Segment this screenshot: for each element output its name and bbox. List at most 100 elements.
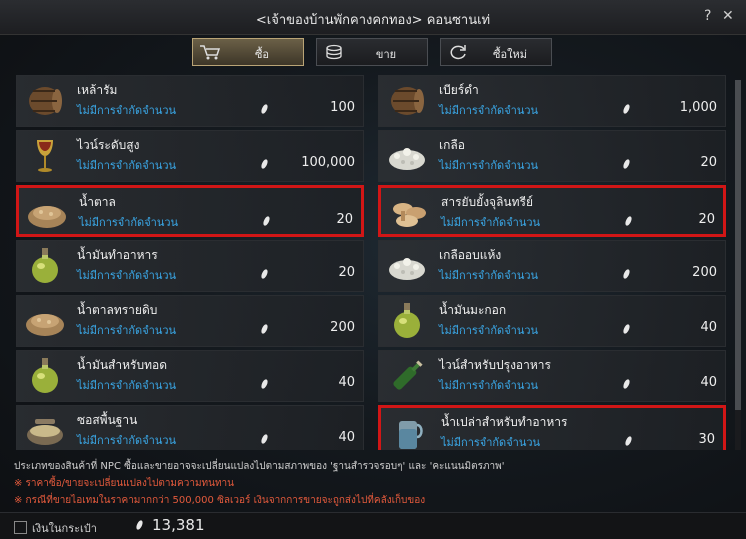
title-bar[interactable]: <เจ้าของบ้านพักคางคกทอง> คอนซานเท่ ? ✕ [0, 0, 746, 35]
item-quantity: ไม่มีการจำกัดจำนวน [441, 436, 541, 449]
barrel-icon [385, 81, 429, 121]
item-price: 20 [700, 155, 717, 170]
item-quantity: ไม่มีการจำกัดจำนวน [439, 379, 539, 392]
item-price: 20 [698, 212, 715, 227]
list-item[interactable]: เบียร์ดำ ไม่มีการจำกัดจำนวน 1,000 [378, 75, 726, 127]
list-item[interactable]: น้ำตาลไม่มีการจำกัดจำนวน 20 [16, 185, 364, 237]
oil-flask-icon [23, 246, 67, 286]
item-quantity: ไม่มีการจำกัดจำนวน [439, 269, 539, 282]
list-scrollbar[interactable] [735, 80, 741, 450]
item-quantity: ไม่มีการจำกัดจำนวน [439, 324, 539, 337]
note-line-3: ※ กรณีที่ขายไอเทมในราคามากกว่า 500,000 ซ… [14, 495, 426, 506]
item-quantity: ไม่มีการจำกัดจำนวน [77, 324, 177, 337]
item-name: น้ำมันมะกอก [439, 303, 507, 317]
list-item[interactable]: น้ำเปล่าสำหรับทำอาหารไม่มีการจำกัดจำนวน 3… [378, 405, 726, 450]
list-item[interactable]: น้ำมันทำอาหารไม่มีการจำกัดจำนวน 20 [16, 240, 364, 292]
item-quantity: ไม่มีการจำกัดจำนวน [441, 216, 541, 229]
silver-icon [262, 215, 271, 227]
item-name: เกลืออบแห้ง [439, 248, 502, 262]
close-icon[interactable]: ✕ [722, 8, 734, 24]
item-price: 200 [330, 320, 355, 335]
scrollbar-thumb[interactable] [735, 80, 741, 410]
item-price: 40 [338, 375, 355, 390]
note-line-1: ประเภทของสินค้าที่ NPC ซื้อและขายอาจจะเป… [14, 461, 505, 472]
silver-icon [260, 433, 269, 445]
tab-sell[interactable]: ขาย [316, 38, 428, 66]
silver-icon [622, 268, 631, 280]
silver-icon [135, 519, 144, 531]
item-price: 100 [330, 100, 355, 115]
silver-icon [624, 435, 633, 447]
item-price: 200 [692, 265, 717, 280]
silver-icon [260, 103, 269, 115]
tab-sell-label: ขาย [375, 48, 397, 61]
list-item[interactable]: น้ำตาลทรายดิบไม่มีการจำกัดจำนวน 200 [16, 295, 364, 347]
wallet-label: เงินในกระเป๋า [32, 522, 97, 535]
sugar-icon [25, 193, 69, 233]
tab-bar: ซื้อ ขาย ซื้อใหม่ [0, 38, 746, 70]
silver-icon [622, 158, 631, 170]
npc-shop-window: <เจ้าของบ้านพักคางคกทอง> คอนซานเท่ ? ✕ ซ… [0, 0, 746, 539]
shop-notes: ประเภทของสินค้าที่ NPC ซื้อและขายอาจจะเป… [14, 458, 734, 509]
item-name: เกลือ [439, 138, 465, 152]
tab-buy-label: ซื้อ [254, 48, 270, 61]
window-title: <เจ้าของบ้านพักคางคกทอง> คอนซานเท่ [255, 13, 491, 28]
item-price: 20 [338, 265, 355, 280]
wallet-checkbox[interactable] [14, 521, 27, 534]
list-item[interactable]: ซอสพื้นฐานไม่มีการจำกัดจำนวน 40 [16, 405, 364, 450]
silver-icon [260, 323, 269, 335]
item-name: น้ำเปล่าสำหรับทำอาหาร [441, 415, 568, 429]
wallet-amount: 13,381 [152, 516, 205, 534]
item-price: 1,000 [679, 100, 717, 115]
item-price: 30 [698, 432, 715, 447]
wallet-bar: เงินในกระเป๋า 13,381 [0, 512, 746, 539]
cart-icon [199, 44, 221, 60]
item-price: 40 [338, 430, 355, 445]
mushroom-icon [387, 193, 431, 233]
item-name: น้ำตาล [79, 195, 116, 209]
silver-icon [622, 323, 631, 335]
tab-buy[interactable]: ซื้อ [192, 38, 304, 66]
silver-icon [260, 158, 269, 170]
list-item[interactable]: เกลืออบแห้งไม่มีการจำกัดจำนวน 200 [378, 240, 726, 292]
item-name: ไวน์สำหรับปรุงอาหาร [439, 358, 551, 372]
help-icon[interactable]: ? [704, 8, 711, 24]
salt-icon [385, 136, 429, 176]
list-item[interactable]: ไวน์สำหรับปรุงอาหาร ไม่มีการจำกัดจำนวน 40 [378, 350, 726, 402]
tab-rebuy[interactable]: ซื้อใหม่ [440, 38, 552, 66]
item-name: น้ำมันสำหรับทอด [77, 358, 167, 372]
coins-icon [323, 44, 345, 60]
silver-icon [624, 215, 633, 227]
silver-icon [622, 103, 631, 115]
sugar-icon [23, 301, 67, 341]
item-name: ซอสพื้นฐาน [77, 413, 138, 427]
salt-icon [385, 246, 429, 286]
wine-bottle-icon [385, 356, 429, 396]
item-quantity: ไม่มีการจำกัดจำนวน [77, 104, 177, 117]
note-line-2: ※ ราคาซื้อ/ขายจะเปลี่ยนแปลงไปตามความทนทา… [14, 478, 235, 489]
list-item[interactable]: สารยับยั้งจุลินทรีย์ ไม่มีการจำกัดจำนวน 20 [378, 185, 726, 237]
oil-flask-icon [385, 301, 429, 341]
tab-rebuy-label: ซื้อใหม่ [493, 48, 527, 61]
list-item[interactable]: น้ำมันสำหรับทอดไม่มีการจำกัดจำนวน 40 [16, 350, 364, 402]
item-name: น้ำตาลทรายดิบ [77, 303, 158, 317]
list-item[interactable]: เหล้ารัม ไม่มีการจำกัดจำนวน 100 [16, 75, 364, 127]
item-quantity: ไม่มีการจำกัดจำนวน [77, 269, 177, 282]
item-quantity: ไม่มีการจำกัดจำนวน [77, 434, 177, 447]
list-item[interactable]: น้ำมันมะกอก ไม่มีการจำกัดจำนวน 40 [378, 295, 726, 347]
goblet-icon [23, 136, 67, 176]
list-item[interactable]: เกลือไม่มีการจำกัดจำนวน 20 [378, 130, 726, 182]
item-quantity: ไม่มีการจำกัดจำนวน [79, 216, 179, 229]
item-quantity: ไม่มีการจำกัดจำนวน [77, 379, 177, 392]
item-quantity: ไม่มีการจำกัดจำนวน [439, 159, 539, 172]
list-item[interactable]: ไวน์ระดับสูง ไม่มีการจำกัดจำนวน 100,000 [16, 130, 364, 182]
item-quantity: ไม่มีการจำกัดจำนวน [77, 159, 177, 172]
silver-icon [260, 268, 269, 280]
oil-flask-icon [23, 356, 67, 396]
silver-icon [622, 378, 631, 390]
item-price: 20 [336, 212, 353, 227]
refresh-icon [447, 44, 469, 60]
item-quantity: ไม่มีการจำกัดจำนวน [439, 104, 539, 117]
barrel-icon [23, 81, 67, 121]
item-name: น้ำมันทำอาหาร [77, 248, 158, 262]
